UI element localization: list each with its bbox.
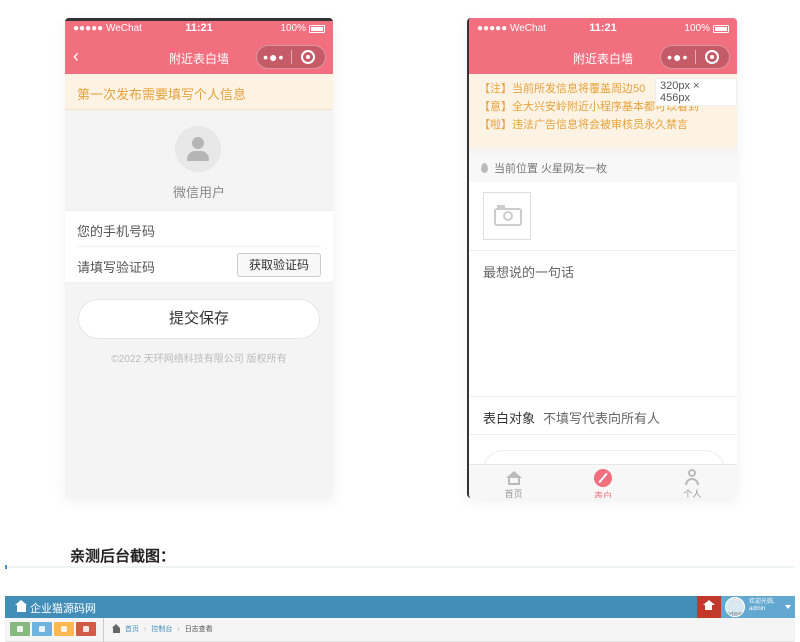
nav-bar: ‹ 附近表白墙 •●• [65,40,333,74]
user-icon-head [192,137,204,149]
battery-icon [713,24,729,33]
users-shortcut-button[interactable] [54,622,74,636]
status-bar: ●●●●● WeChat 11:21 100% [469,18,737,40]
close-mini-program-button[interactable] [695,50,729,64]
mini-program-capsule: •●• [660,45,730,69]
avatar[interactable] [175,126,221,172]
edit-shortcut-button[interactable] [32,622,52,636]
target-circle-icon [705,50,720,64]
person-icon-head [688,469,697,477]
brand-name: 企业猫源码网 [30,603,96,615]
welcome-user: admin [749,606,766,612]
user-icon-body [187,151,209,161]
phone-screen-profile: ●●●●● WeChat 11:21 100% ‹ 附近表白墙 •●• 第一次发… [65,18,333,498]
username: 微信用户 [172,185,225,200]
rule-marker [5,565,7,569]
verification-code-input[interactable]: 请填写验证码 [77,260,155,275]
location-pin-icon [481,163,488,173]
chevron-down-icon [785,605,791,609]
divider [469,250,737,251]
target-input[interactable]: 不填写代表向所有人 [543,408,660,427]
home-icon [15,600,27,612]
person-icon-body [685,478,700,485]
tab-home[interactable]: 首页 [469,465,558,498]
user-menu[interactable]: admin 欢迎光临, admin [721,596,795,618]
settings-shortcut-button[interactable] [76,622,96,636]
target-circle-icon [301,50,316,64]
more-icon[interactable]: •●• [257,46,291,68]
tab-label: 表白 [593,491,612,498]
person-icon [684,469,700,485]
home-icon [505,469,522,485]
battery-percent: 100% [280,23,306,34]
tab-bar: 首页 表白 个人 [469,464,737,498]
toolbar-divider [103,618,104,642]
home-icon-base [507,476,520,485]
battery-icon [309,24,325,33]
stats-shortcut-button[interactable] [10,622,30,636]
message-textarea[interactable]: 最想说的一句话 [483,262,574,281]
divider [469,396,737,397]
battery-status: 100% [280,23,325,34]
copyright-text: ©2022 天环网络科技有限公司 版权所有 [111,354,287,365]
pen-icon [593,469,612,487]
phone-number-input[interactable]: 您的手机号码 [77,211,321,247]
section-rule [5,566,795,568]
breadcrumb-separator: › [144,625,147,633]
first-publish-notice: 第一次发布需要填写个人信息 [65,74,333,110]
breadcrumb-home[interactable]: 首页 [125,624,139,634]
upload-photo-button[interactable] [483,192,531,240]
get-code-button[interactable]: 获取验证码 [237,253,321,277]
size-tooltip: 320px × 456px [655,78,737,106]
welcome-text: 欢迎光临, admin [749,599,775,613]
post-form: 最想说的一句话 表白对象 不填写代表向所有人 [469,182,737,464]
breadcrumb-separator: › [177,625,180,633]
close-mini-program-button[interactable] [291,50,325,64]
mini-program-capsule: •●• [256,45,326,69]
notice-line: 【啦】违法广告信息将会被审核员永久禁言 [479,119,688,131]
camera-lens-icon [503,211,513,221]
submit-save-button[interactable]: 提交保存 [78,299,320,339]
verification-code-row: 请填写验证码 获取验证码 [77,247,321,283]
device-top-edge [65,18,333,21]
tab-label: 首页 [504,489,523,498]
breadcrumb-current: 日志查看 [184,626,213,633]
phone-screen-post: ●●●●● WeChat 11:21 100% 附近表白墙 •●• 【注】当前所… [467,18,737,498]
home-icon [703,600,715,610]
location-text: 当前位置 火星网友一枚 [494,163,608,175]
avatar: admin [725,597,745,617]
contact-form: 您的手机号码 请填写验证码 获取验证码 [65,210,333,283]
breadcrumb-console[interactable]: 控制台 [151,624,172,634]
status-bar: ●●●●● WeChat 11:21 100% [65,18,333,40]
location-row[interactable]: 当前位置 火星网友一枚 [469,154,737,182]
more-icon[interactable]: •●• [661,46,695,68]
divider [469,434,737,435]
breadcrumb: 首页 › 控制台 › 日志查看 [112,623,213,634]
admin-toolbar: 首页 › 控制台 › 日志查看 [5,618,795,642]
target-label: 表白对象 [483,411,536,426]
admin-header: 企业猫源码网 admin 欢迎光临, admin [5,596,795,618]
battery-status: 100% [684,23,729,34]
battery-percent: 100% [684,23,710,34]
section-caption: 亲测后台截图： [70,548,176,565]
admin-brand[interactable]: 企业猫源码网 [15,600,96,616]
home-icon [112,623,120,633]
welcome-line: 欢迎光临, [749,599,775,605]
admin-home-button[interactable] [697,596,721,618]
tab-profile[interactable]: 个人 [648,465,737,498]
nav-bar: 附近表白墙 •●• [469,40,737,74]
tab-label: 个人 [683,489,702,498]
tab-confess[interactable]: 表白 [558,465,647,498]
